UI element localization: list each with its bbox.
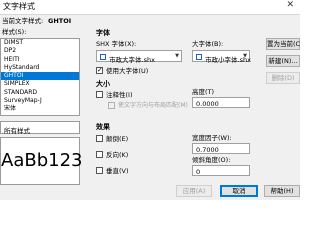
- use-big-font-label: 使用大字体(U): [106, 67, 149, 75]
- style-item[interactable]: HEITI: [1, 56, 79, 64]
- font-section-title: 字体: [96, 29, 110, 37]
- big-font-label: 大字体(B):: [192, 40, 224, 48]
- new-style-button[interactable]: 新建(N)...: [266, 55, 300, 67]
- backwards-label: 反向(K): [106, 151, 129, 159]
- current-style-value: GHTOI: [48, 17, 72, 25]
- style-item[interactable]: 宋体: [1, 105, 79, 113]
- truetype-font-icon: [100, 54, 106, 60]
- upside-down-checkbox[interactable]: [96, 135, 103, 142]
- height-input[interactable]: 0.0000: [192, 97, 250, 108]
- styles-label: 样式(S):: [2, 28, 27, 36]
- backwards-checkbox[interactable]: [96, 151, 103, 158]
- help-button[interactable]: 帮助(H): [264, 185, 300, 197]
- vertical-label: 垂直(V): [106, 167, 129, 175]
- oblique-angle-input[interactable]: 0: [192, 165, 250, 176]
- style-filter-dropdown[interactable]: 所有样式: [0, 121, 80, 135]
- size-section-title: 大小: [96, 80, 110, 88]
- preview-text: AaBb123: [1, 150, 83, 171]
- match-layout-label: 使文字方向与布局匹配(M): [118, 102, 188, 109]
- window-title: 文字样式: [3, 2, 35, 11]
- chevron-down-icon: ▼: [243, 53, 247, 59]
- truetype-font-icon: [196, 54, 202, 60]
- height-label: 高度(T): [192, 88, 215, 96]
- vertical-checkbox[interactable]: [96, 167, 103, 174]
- big-font-dropdown[interactable]: 市政小字体.shx ▼: [192, 50, 251, 64]
- width-factor-input[interactable]: 0.7000: [192, 143, 250, 154]
- styles-list[interactable]: DIMST DP2 HEITI HyStandard GHTOI SIMPLEX…: [0, 38, 80, 116]
- shx-font-label: SHX 字体(X):: [96, 40, 137, 48]
- delete-style-button[interactable]: 删除(D): [266, 72, 300, 84]
- width-factor-value: 0.7000: [196, 146, 219, 154]
- style-filter-value: 所有样式: [4, 127, 30, 135]
- text-style-dialog: 文字样式 ✕ 当前文字样式: GHTOI 样式(S): DIMST DP2 HE…: [0, 0, 300, 200]
- style-item[interactable]: DIMST: [1, 39, 79, 47]
- style-preview: AaBb123: [0, 137, 83, 185]
- apply-button[interactable]: 应用(A): [176, 185, 212, 197]
- title-bar: 文字样式 ✕: [0, 0, 300, 15]
- style-item[interactable]: HyStandard: [1, 64, 79, 72]
- use-big-font-checkbox[interactable]: [96, 66, 103, 74]
- width-factor-label: 宽度因子(W):: [192, 134, 232, 142]
- style-item[interactable]: SIMPLEX: [1, 80, 79, 88]
- annotative-checkbox[interactable]: [96, 91, 103, 98]
- annotative-label: 注释性(I): [106, 91, 133, 99]
- oblique-angle-label: 倾斜角度(O):: [192, 156, 231, 164]
- chevron-down-icon: ▼: [175, 53, 179, 59]
- oblique-angle-value: 0: [196, 168, 201, 176]
- style-item-selected[interactable]: GHTOI: [1, 72, 79, 81]
- match-layout-checkbox[interactable]: [108, 102, 115, 109]
- close-icon[interactable]: ✕: [286, 0, 294, 10]
- effects-section-title: 效果: [96, 123, 110, 131]
- height-value: 0.0000: [196, 100, 219, 108]
- upside-down-label: 颠倒(E): [106, 135, 129, 143]
- style-item[interactable]: DP2: [1, 47, 79, 55]
- shx-font-value: 市政大字体.shx: [109, 55, 155, 64]
- shx-font-dropdown[interactable]: 市政大字体.shx ▼: [96, 50, 182, 64]
- set-current-button[interactable]: 置为当前(C): [266, 38, 300, 50]
- style-item[interactable]: STANDARD: [1, 89, 79, 97]
- current-style-label: 当前文字样式:: [2, 17, 44, 25]
- cancel-button[interactable]: 取消: [220, 185, 258, 197]
